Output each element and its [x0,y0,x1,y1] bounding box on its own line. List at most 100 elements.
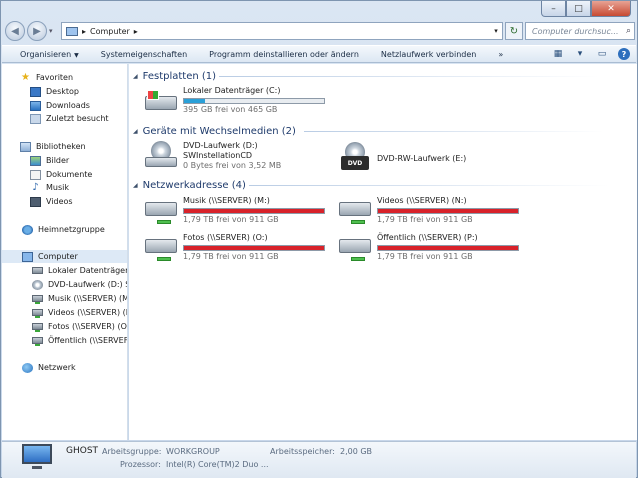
nav-label: Öffentlich (\\SERVEF [48,336,128,345]
drive-free-space: 1,79 TB frei von 911 GB [183,215,279,224]
map-network-drive-button[interactable]: Netzlaufwerk verbinden [381,50,476,59]
nav-dvd-drive[interactable]: DVD-Laufwerk (D:) S [32,278,128,291]
caption-buttons: – □ ✕ [541,1,631,17]
disc-label: SWInstellationCD [183,151,253,160]
preview-pane-icon[interactable]: ▭ [596,48,608,60]
videos-icon [30,196,41,207]
nav-label: Fotos (\\SERVER) (O [48,322,127,331]
drive-name: Lokaler Datenträger (C:) [183,86,281,95]
nav-favorites[interactable]: ★ Favoriten [20,71,73,84]
view-dropdown-icon[interactable]: ▾ [574,48,586,60]
nav-label: Desktop [46,87,79,96]
group-header-removable[interactable]: ◢ Geräte mit Wechselmedien (2) [133,125,296,137]
drive-name: DVD-RW-Laufwerk (E:) [377,154,467,163]
libraries-icon [20,141,31,152]
search-placeholder: Computer durchsuc... [532,26,619,36]
nav-libraries[interactable]: Bibliotheken [20,140,86,153]
address-dropdown-icon[interactable]: ▾ [490,23,502,39]
search-icon[interactable]: ⌕ [626,26,631,36]
nav-network-videos[interactable]: Videos (\\SERVER) (N [32,306,127,319]
hard-drive-icon [32,267,43,274]
nav-label: Downloads [46,101,90,110]
command-bar: Organisieren ▼ Systemeigenschaften Progra… [2,45,636,63]
memory-label: Arbeitsspeicher: [270,447,335,456]
group-header-hard-disks[interactable]: ◢ Festplatten (1) [133,70,216,82]
nav-network-fotos[interactable]: Fotos (\\SERVER) (O [32,320,127,333]
refresh-button[interactable]: ↻ [505,22,523,40]
computer-icon [66,26,78,36]
drive-tile-d[interactable]: DVD-Laufwerk (D:) SWInstellationCD 0 Byt… [143,141,281,171]
minimize-button[interactable]: – [541,1,566,17]
network-drive-icon [143,233,179,263]
processor-value: Intel(R) Core(TM)2 Duo ... [166,460,269,469]
maximize-button[interactable]: □ [566,1,591,17]
organize-label: Organisieren [20,49,72,59]
drive-tile-o[interactable]: Fotos (\\SERVER) (O:) 1,79 TB frei von 9… [143,233,325,263]
star-icon: ★ [21,71,30,83]
group-header-network[interactable]: ◢ Netzwerkadresse (4) [133,179,246,191]
nav-documents[interactable]: Dokumente [30,168,92,181]
search-input[interactable]: Computer durchsuc... ⌕ [525,22,635,40]
nav-homegroup[interactable]: Heimnetzgruppe [22,223,105,236]
drive-name: Musik (\\SERVER) (M:) [183,196,270,205]
nav-network[interactable]: Netzwerk [22,361,76,374]
drive-tile-c[interactable]: Lokaler Datenträger (C:) 395 GB frei von… [143,86,325,116]
drive-tile-p[interactable]: Öffentlich (\\SERVER) (P:) 1,79 TB frei … [337,233,519,263]
hard-drive-windows-icon [143,86,179,116]
nav-label: Bibliotheken [36,142,86,151]
system-properties-button[interactable]: Systemeigenschaften [101,50,187,59]
nav-recent[interactable]: Zuletzt besucht [30,112,109,125]
recent-pages-dropdown[interactable]: ▾ [49,27,53,35]
nav-pictures[interactable]: Bilder [30,154,69,167]
capacity-bar [183,208,325,214]
capacity-bar [183,245,325,251]
drive-free-space: 1,79 TB frei von 911 GB [183,252,279,261]
nav-label: Musik (\\SERVER) (M [48,294,128,303]
path-root-separator[interactable]: ▸ [82,27,86,36]
capacity-bar [183,98,325,104]
nav-music[interactable]: ♪ Musik [30,181,69,194]
drive-tile-m[interactable]: Musik (\\SERVER) (M:) 1,79 TB frei von 9… [143,196,325,226]
back-arrow-icon: ◀ [11,25,19,37]
forward-arrow-icon: ▶ [33,25,41,37]
organize-button[interactable]: Organisieren ▼ [20,50,79,59]
nav-network-public[interactable]: Öffentlich (\\SERVEF [32,334,128,347]
nav-computer[interactable]: Computer [2,250,127,263]
drive-tile-e[interactable]: DVD DVD-RW-Laufwerk (E:) [337,142,467,174]
explorer-window: – □ ✕ ◀ ▶ ▾ ▸ Computer ▸ ▾ ↻ Computer du… [0,0,638,478]
nav-network-music[interactable]: Musik (\\SERVER) (M [32,292,128,305]
nav-videos[interactable]: Videos [30,195,73,208]
drive-free-space: 395 GB frei von 465 GB [183,105,278,114]
address-bar[interactable]: ▸ Computer ▸ ▾ [61,22,503,40]
group-title: Netzwerkadresse (4) [142,179,246,191]
collapse-triangle-icon: ◢ [133,72,138,80]
uninstall-program-button[interactable]: Programm deinstallieren oder ändern [209,50,359,59]
nav-downloads[interactable]: Downloads [30,99,90,112]
breadcrumb-computer[interactable]: Computer [90,27,130,36]
collapse-triangle-icon: ◢ [133,181,138,189]
nav-label: Dokumente [46,170,93,179]
nav-label: Netzwerk [38,363,76,372]
nav-buttons: ◀ ▶ ▾ [5,21,53,41]
network-drive-icon [32,337,43,346]
collapse-triangle-icon: ◢ [133,127,138,135]
nav-desktop[interactable]: Desktop [30,85,79,98]
help-icon[interactable]: ? [618,48,630,60]
cd-drive-icon [143,141,179,171]
change-view-icon[interactable]: ▦ [552,48,564,60]
computer-icon [22,251,33,262]
group-divider [219,76,599,77]
close-button[interactable]: ✕ [591,1,631,17]
path-separator[interactable]: ▸ [134,27,138,36]
content-pane: ◢ Festplatten (1) Lokaler Datenträger (C:… [129,64,637,440]
forward-button[interactable]: ▶ [27,21,47,41]
pictures-icon [30,155,41,166]
back-button[interactable]: ◀ [5,21,25,41]
cd-drive-icon [32,279,43,290]
nav-local-disk[interactable]: Lokaler Datenträger [32,264,127,277]
network-drive-icon [32,295,43,304]
drive-tile-n[interactable]: Videos (\\SERVER) (N:) 1,79 TB frei von … [337,196,519,226]
more-commands-button[interactable]: » [498,50,503,59]
nav-label: DVD-Laufwerk (D:) S [48,280,128,289]
dvd-drive-icon: DVD [337,142,373,174]
